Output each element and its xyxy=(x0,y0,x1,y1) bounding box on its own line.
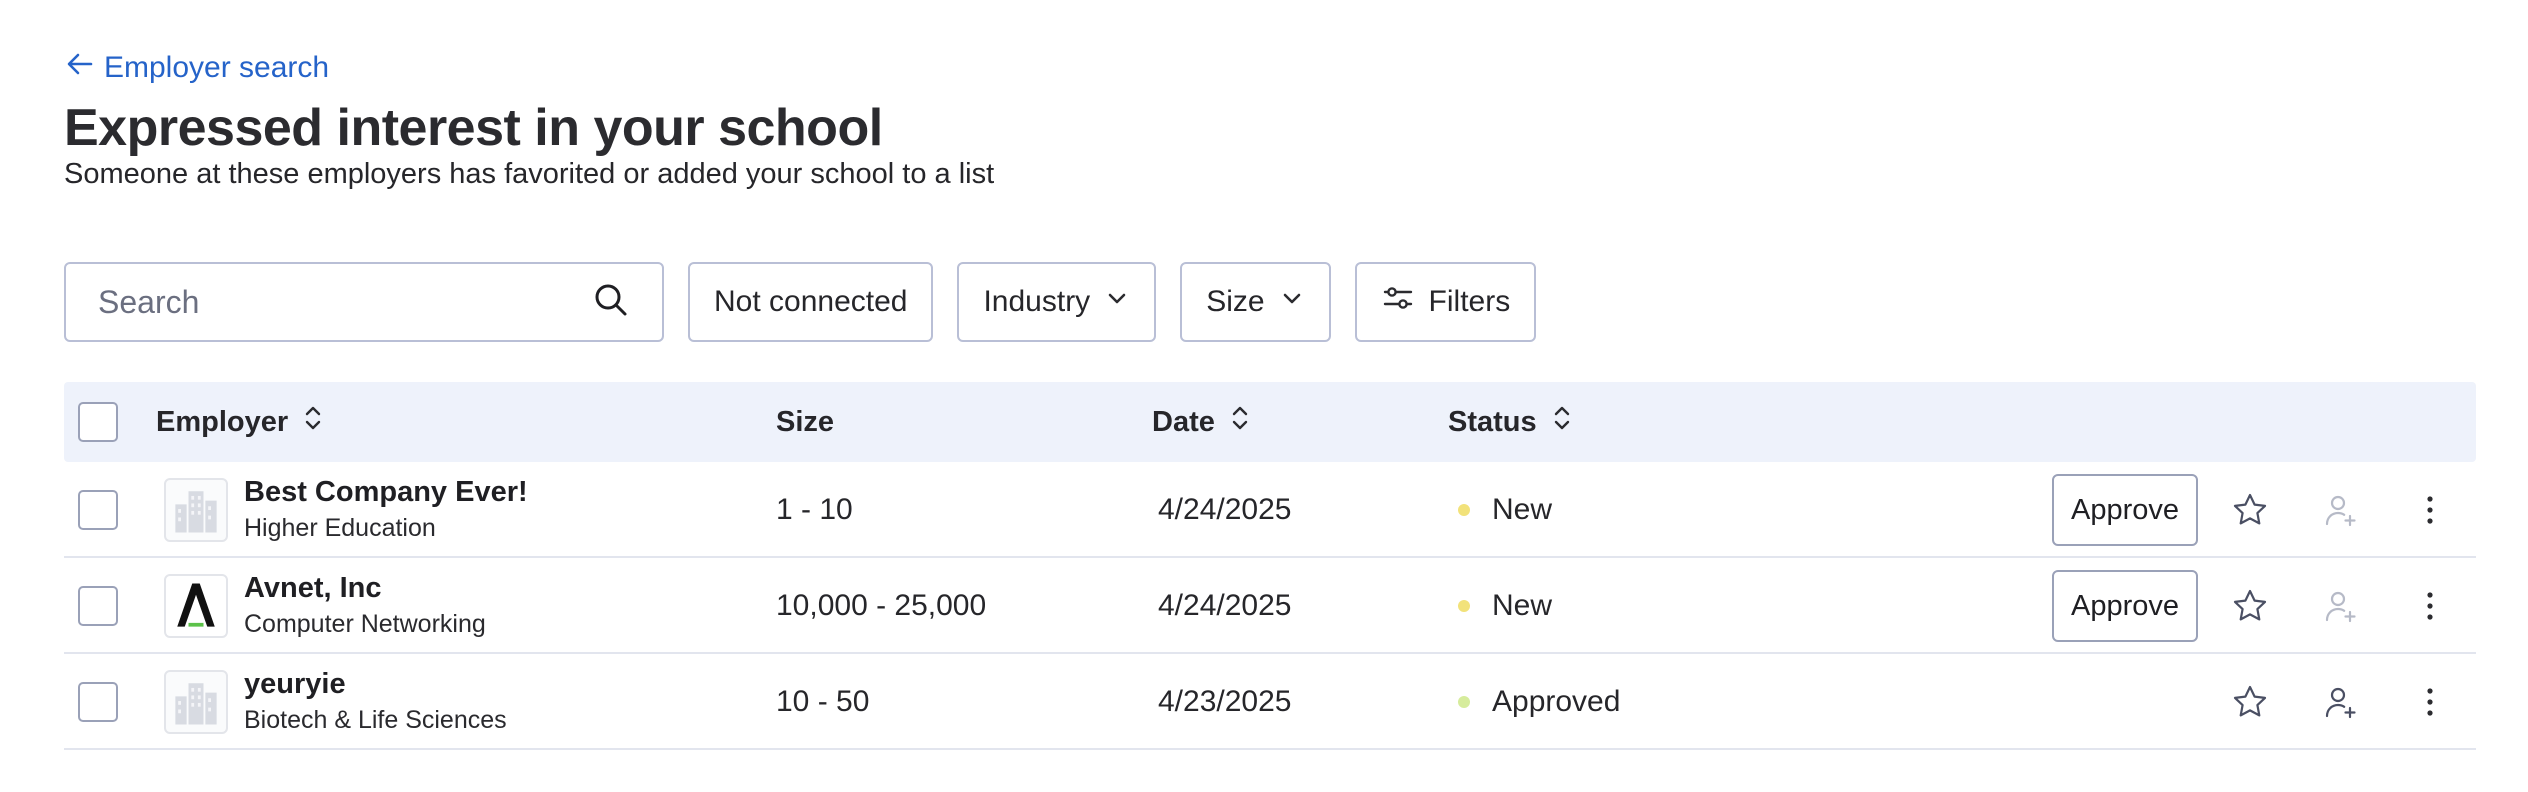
building-placeholder-logo xyxy=(164,478,228,542)
employer-size: 10,000 - 25,000 xyxy=(776,589,987,622)
interest-date: 4/23/2025 xyxy=(1158,685,1292,718)
arrow-left-icon xyxy=(64,48,96,88)
status-dot xyxy=(1458,600,1470,612)
size-column-header: Size xyxy=(776,382,834,462)
size-dropdown[interactable]: Size xyxy=(1180,262,1331,342)
back-link-label: Employer search xyxy=(104,51,330,84)
date-header-label: Date xyxy=(1152,405,1215,438)
sliders-icon xyxy=(1381,281,1415,323)
interest-date: 4/24/2025 xyxy=(1158,493,1292,526)
size-label: Size xyxy=(1206,285,1265,318)
status-label: Approved xyxy=(1492,685,1621,718)
approve-button[interactable]: Approve xyxy=(2052,474,2198,546)
row-checkbox[interactable] xyxy=(78,490,118,530)
building-placeholder-logo xyxy=(164,670,228,734)
status-label: New xyxy=(1492,493,1553,526)
employer-name[interactable]: yeuryie xyxy=(244,668,346,701)
select-all-checkbox[interactable] xyxy=(78,402,118,442)
approve-button[interactable]: Approve xyxy=(2052,570,2198,642)
back-to-employer-search-link[interactable]: Employer search xyxy=(64,48,329,88)
table-header: Employer Size Date Status xyxy=(64,382,2476,462)
row-checkbox[interactable] xyxy=(78,586,118,626)
search-icon[interactable] xyxy=(592,281,630,324)
employer-industry: Higher Education xyxy=(244,514,436,542)
status-cell: New xyxy=(1458,558,1552,654)
sort-icon xyxy=(300,403,326,441)
star-icon[interactable] xyxy=(2226,582,2274,630)
employer-industry: Biotech & Life Sciences xyxy=(244,706,507,734)
employer-size: 10 - 50 xyxy=(776,685,870,718)
employer-size: 1 - 10 xyxy=(776,493,853,526)
status-column-header[interactable]: Status xyxy=(1448,382,1575,462)
status-dot xyxy=(1458,504,1470,516)
industry-label: Industry xyxy=(983,285,1091,318)
chevron-down-icon xyxy=(1279,285,1305,319)
size-header-label: Size xyxy=(776,405,835,438)
search-box xyxy=(64,262,664,342)
date-column-header[interactable]: Date xyxy=(1152,382,1253,462)
filter-toolbar: Not connected Industry Size Filters xyxy=(64,262,1537,342)
avnet-logo xyxy=(164,574,228,638)
page-subtitle: Someone at these employers has favorited… xyxy=(64,158,995,190)
filters-button[interactable]: Filters xyxy=(1354,262,1537,342)
add-person-icon[interactable] xyxy=(2316,582,2364,630)
status-cell: New xyxy=(1458,462,1552,558)
status-cell: Approved xyxy=(1458,654,1620,750)
table-row: yeuryie Biotech & Life Sciences 10 - 50 … xyxy=(64,654,2476,750)
interest-date: 4/24/2025 xyxy=(1158,589,1292,622)
sort-icon xyxy=(1227,403,1253,441)
more-options-icon[interactable] xyxy=(2406,582,2454,630)
row-checkbox[interactable] xyxy=(78,682,118,722)
employer-column-header[interactable]: Employer xyxy=(156,382,326,462)
status-label: New xyxy=(1492,589,1553,622)
page-title: Expressed interest in your school xyxy=(64,99,883,157)
filters-label: Filters xyxy=(1428,285,1511,318)
employer-name[interactable]: Best Company Ever! xyxy=(244,476,528,509)
employer-header-label: Employer xyxy=(156,405,289,438)
employers-table: Employer Size Date Status Best Company E… xyxy=(64,382,2476,750)
employer-industry: Computer Networking xyxy=(244,610,486,638)
add-person-icon[interactable] xyxy=(2316,678,2364,726)
status-dot xyxy=(1458,696,1470,708)
more-options-icon[interactable] xyxy=(2406,486,2454,534)
employer-name[interactable]: Avnet, Inc xyxy=(244,572,382,605)
not-connected-filter-button[interactable]: Not connected xyxy=(688,262,934,342)
search-input[interactable] xyxy=(98,283,578,321)
industry-dropdown[interactable]: Industry xyxy=(957,262,1157,342)
status-header-label: Status xyxy=(1448,405,1537,438)
table-row: Best Company Ever! Higher Education 1 - … xyxy=(64,462,2476,558)
not-connected-label: Not connected xyxy=(714,285,908,318)
star-icon[interactable] xyxy=(2226,678,2274,726)
star-icon[interactable] xyxy=(2226,486,2274,534)
more-options-icon[interactable] xyxy=(2406,678,2454,726)
table-row: Avnet, Inc Computer Networking 10,000 - … xyxy=(64,558,2476,654)
sort-icon xyxy=(1549,403,1575,441)
add-person-icon[interactable] xyxy=(2316,486,2364,534)
chevron-down-icon xyxy=(1104,285,1130,319)
